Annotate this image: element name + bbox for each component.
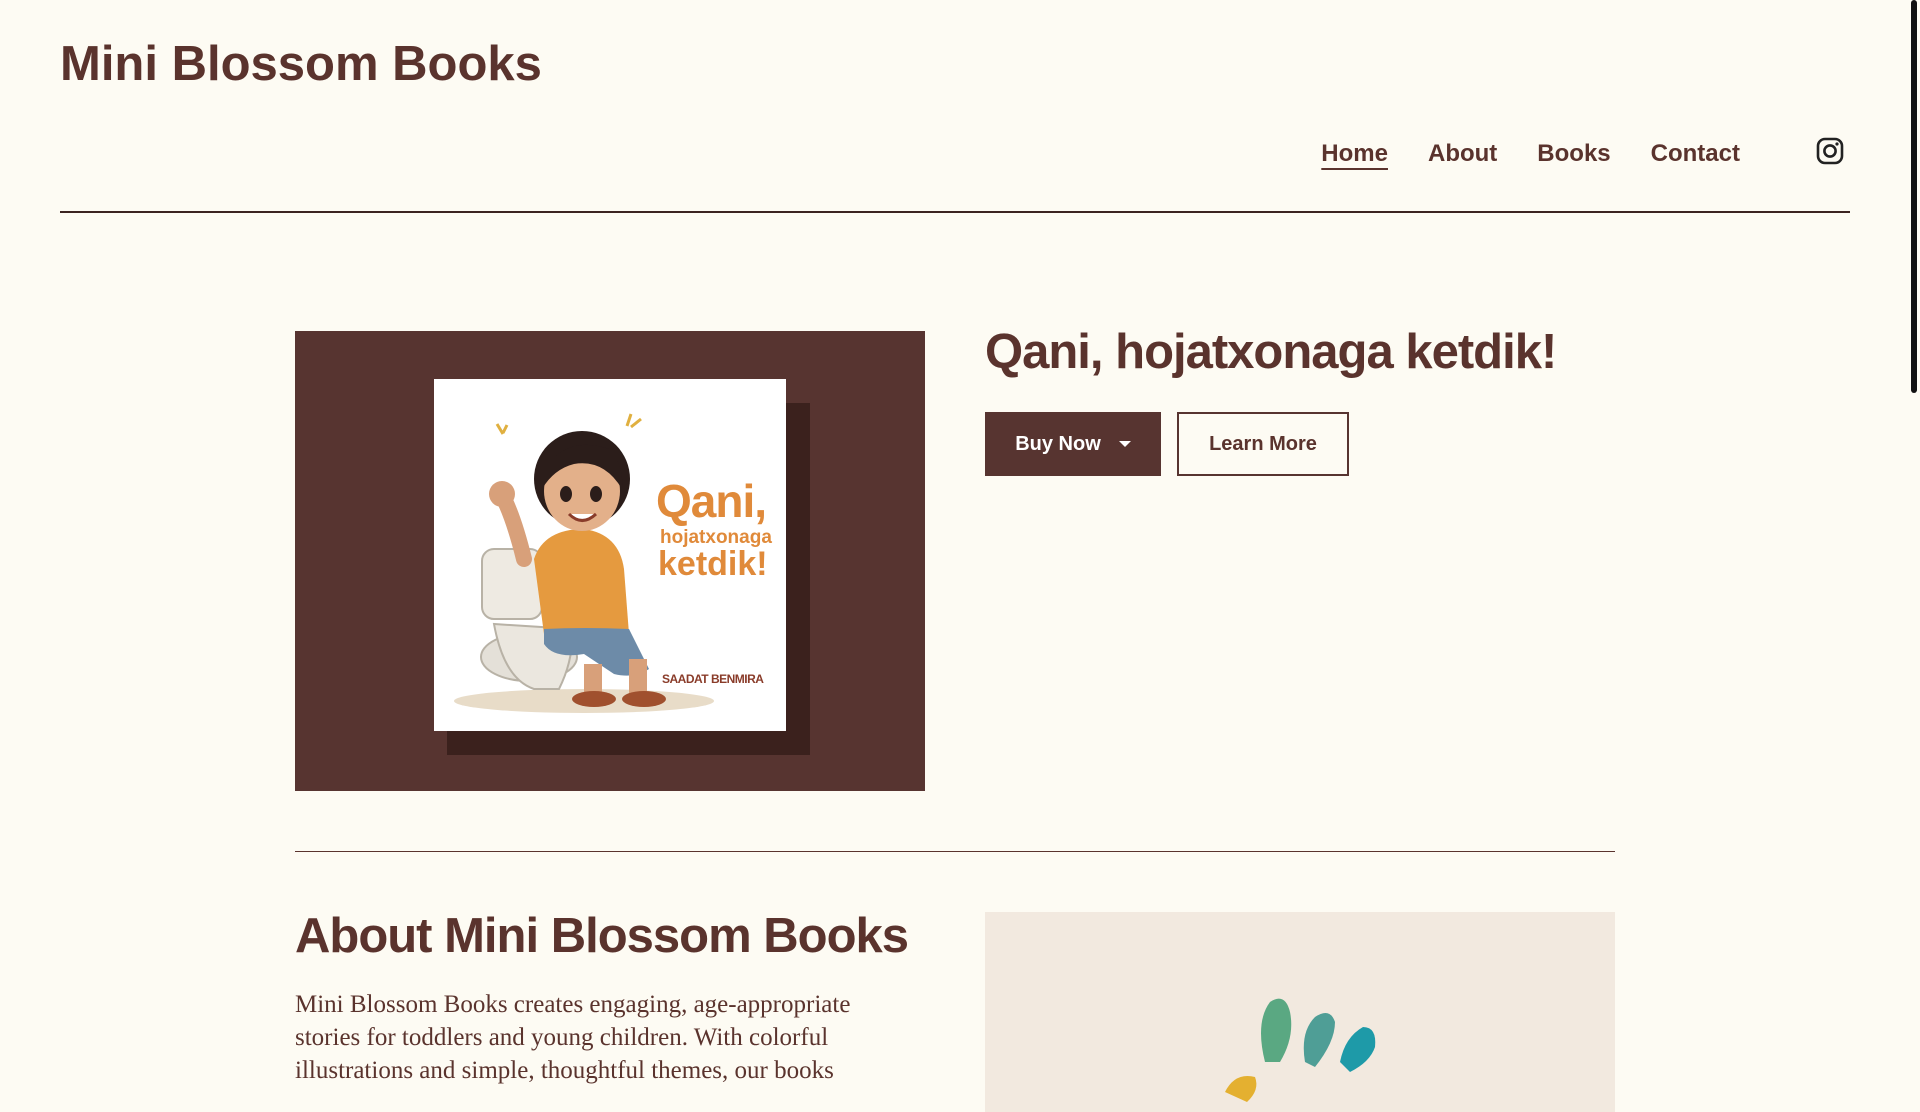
book-cover: Qani, hojatxonaga ketdik! SAADAT BENMIRA: [434, 379, 786, 731]
about-text: Mini Blossom Books creates engaging, age…: [295, 991, 851, 1084]
buy-now-label: Buy Now: [1015, 432, 1101, 455]
cover-author: SAADAT BENMIRA: [662, 672, 764, 686]
cover-title-line1: Qani,: [656, 475, 767, 527]
nav-about[interactable]: About: [1428, 140, 1497, 168]
instagram-icon[interactable]: [1815, 136, 1845, 166]
buy-now-button[interactable]: Buy Now: [985, 412, 1161, 476]
scrollbar-thumb[interactable]: [1911, 0, 1917, 393]
nav-books[interactable]: Books: [1537, 140, 1610, 168]
nav-contact[interactable]: Contact: [1651, 140, 1740, 168]
scrollbar[interactable]: [1906, 0, 1920, 1080]
learn-more-button[interactable]: Learn More: [1177, 412, 1349, 476]
cover-title-line3: ketdik!: [658, 545, 768, 583]
about-logo-image: [985, 912, 1615, 1112]
site-title[interactable]: Mini Blossom Books: [60, 40, 542, 89]
section-divider: [295, 851, 1615, 852]
main-nav: Home About Books Contact: [1321, 140, 1740, 168]
blossom-logo-icon: [1225, 998, 1376, 1102]
caret-down-icon: [1118, 441, 1131, 447]
book-title: Qani, hojatxonaga ketdik!: [985, 325, 1557, 379]
about-title: About Mini Blossom Books: [295, 909, 909, 963]
site-header: Mini Blossom Books Home About Books Cont…: [60, 0, 1850, 213]
nav-home[interactable]: Home: [1321, 140, 1388, 168]
